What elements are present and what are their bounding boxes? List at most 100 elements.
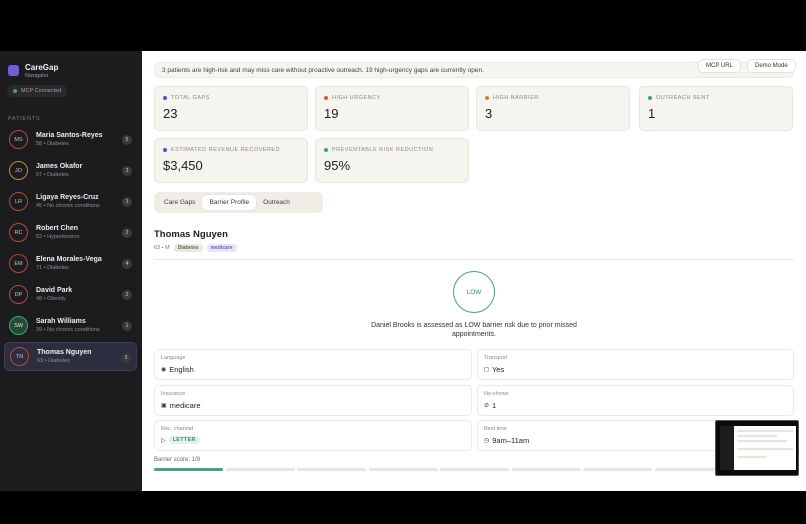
field-label: Rec. channel: [161, 426, 194, 432]
mcp-status-badge: MCP Connected: [7, 85, 68, 97]
tab-care-gaps[interactable]: Care Gaps: [157, 195, 202, 210]
patient-name: Robert Chen: [36, 225, 78, 232]
patient-meta: 63 • Diabetes: [37, 358, 70, 364]
mcp-url-button[interactable]: MCP URL: [698, 59, 741, 73]
send-icon: ▷: [161, 437, 166, 444]
view-tabs: Care Gaps Barrier Profile Outreach: [154, 192, 323, 213]
stat-value: 3: [485, 106, 493, 121]
score-segment: [368, 468, 438, 471]
field-value: medicare: [169, 401, 201, 410]
avatar: LR: [9, 192, 28, 211]
avatar: JO: [9, 161, 28, 180]
patient-item[interactable]: RC Robert Chen 52 • Hypertension 2: [4, 218, 137, 247]
main-panel: 3 patients are high-risk and may miss ca…: [142, 51, 806, 491]
stat-card-outreach-sent: OUTREACH SENT 1: [639, 86, 793, 131]
stat-card-high-urgency: HIGH URGENCY 19: [315, 86, 469, 131]
field-label: No-shows: [484, 391, 509, 397]
patient-item[interactable]: EM Elena Morales-Vega 71 • Diabetes 4: [4, 249, 137, 278]
score-segment: [154, 468, 223, 471]
avatar: SW: [9, 316, 28, 335]
gap-count-badge: 4: [122, 259, 132, 269]
card-icon: ▣: [161, 403, 167, 409]
patient-item-selected[interactable]: TN Thomas Nguyen 63 • Diabetes 3: [4, 342, 137, 371]
thumbnail-line: [737, 448, 793, 450]
field-no-shows: No-shows ⊘ 1: [477, 385, 794, 416]
score-segment: [440, 468, 509, 471]
score-segment: [654, 468, 724, 471]
patient-name: James Okafor: [36, 163, 83, 170]
stat-label: HIGH BARRIER: [493, 95, 539, 101]
score-segment: [297, 468, 366, 471]
stat-value: 23: [163, 106, 178, 121]
status-dot-icon: [13, 89, 17, 93]
stat-value: 1: [648, 106, 656, 121]
stat-label: HIGH URGENCY: [332, 95, 381, 101]
stat-value: 19: [324, 106, 339, 121]
thumbnail-preview: [720, 426, 796, 470]
dot-icon: [648, 96, 652, 100]
patient-age-sex: 63 • M: [154, 245, 170, 251]
field-language: Language ◉ English: [154, 349, 472, 380]
field-insurance: Insurance ▣ medicare: [154, 385, 472, 416]
thumbnail-line: [737, 430, 793, 432]
gap-count-badge: 3: [122, 166, 132, 176]
stat-card-high-barrier: HIGH BARRIER 3: [476, 86, 630, 131]
patient-name: Elena Morales-Vega: [36, 256, 102, 263]
brand-subtitle: Navigator: [25, 73, 49, 79]
dot-icon: [163, 148, 167, 152]
mcp-status-text: MCP Connected: [21, 88, 62, 94]
brand-logo-icon: [8, 65, 19, 76]
patient-item[interactable]: DP David Park 48 • Obesity 2: [4, 280, 137, 309]
patient-meta: 39 • No chronic conditions: [36, 327, 100, 333]
avatar: MS: [9, 130, 28, 149]
gap-count-badge: 2: [122, 228, 132, 238]
patient-meta: 45 • No chronic conditions: [36, 203, 100, 209]
patient-meta: 71 • Diabetes: [36, 265, 69, 271]
patient-title: Thomas Nguyen: [154, 229, 228, 240]
gap-count-badge: 2: [122, 290, 132, 300]
dot-icon: [324, 96, 328, 100]
risk-summary: Daniel Brooks is assessed as LOW barrier…: [371, 322, 577, 338]
gap-count-badge: 3: [121, 353, 131, 363]
globe-icon: ◉: [161, 367, 167, 373]
brand: CareGap Navigator: [8, 63, 58, 79]
clock-icon: ◷: [484, 438, 490, 444]
thumbnail-line: [737, 435, 777, 437]
barrier-score-bar: [154, 468, 798, 471]
patient-name: Thomas Nguyen: [37, 349, 92, 356]
patient-meta: 67 • Diabetes: [36, 172, 69, 178]
gap-count-badge: 1: [122, 321, 132, 331]
patient-item[interactable]: SW Sarah Williams 39 • No chronic conditi…: [4, 311, 137, 340]
field-rec-channel: Rec. channel ▷ LETTER: [154, 420, 472, 451]
patient-item[interactable]: JO James Okafor 67 • Diabetes 3: [4, 156, 137, 185]
score-segment: [225, 468, 295, 471]
channel-badge: LETTER: [168, 436, 200, 444]
patient-meta: 48 • Obesity: [36, 296, 66, 302]
patient-item[interactable]: LR Ligaya Reyes-Cruz 45 • No chronic cond…: [4, 187, 137, 216]
car-icon: ◻: [484, 367, 489, 373]
condition-tag: Diabetes: [173, 244, 203, 252]
avatar: EM: [9, 254, 28, 273]
tab-outreach[interactable]: Outreach: [256, 195, 297, 210]
field-label: Language: [161, 355, 186, 361]
demo-mode-button[interactable]: Demo Mode: [747, 59, 796, 73]
avatar: RC: [9, 223, 28, 242]
gap-count-badge: 3: [122, 197, 132, 207]
insurance-tag: medicare: [206, 244, 237, 252]
field-value: 1: [492, 401, 497, 410]
field-label: Insurance: [161, 391, 186, 397]
screen-share-thumbnail: [715, 420, 799, 476]
thumbnail-line: [737, 456, 767, 458]
patient-name: Ligaya Reyes-Cruz: [36, 194, 99, 201]
patient-name: David Park: [36, 287, 73, 294]
stat-label: OUTREACH SENT: [656, 95, 710, 101]
stat-label: TOTAL GAPS: [171, 95, 210, 101]
tab-barrier-profile[interactable]: Barrier Profile: [202, 195, 257, 210]
brand-name: CareGap: [25, 63, 59, 72]
patients-section-label: PATIENTS: [8, 116, 41, 122]
field-transport: Transport ◻ Yes: [477, 349, 794, 380]
patient-name: Sarah Williams: [36, 318, 86, 325]
gap-count-badge: 5: [122, 135, 132, 145]
dot-icon: [324, 148, 328, 152]
patient-item[interactable]: MS Maria Santos-Reyes 58 • Diabetes 5: [4, 125, 137, 154]
